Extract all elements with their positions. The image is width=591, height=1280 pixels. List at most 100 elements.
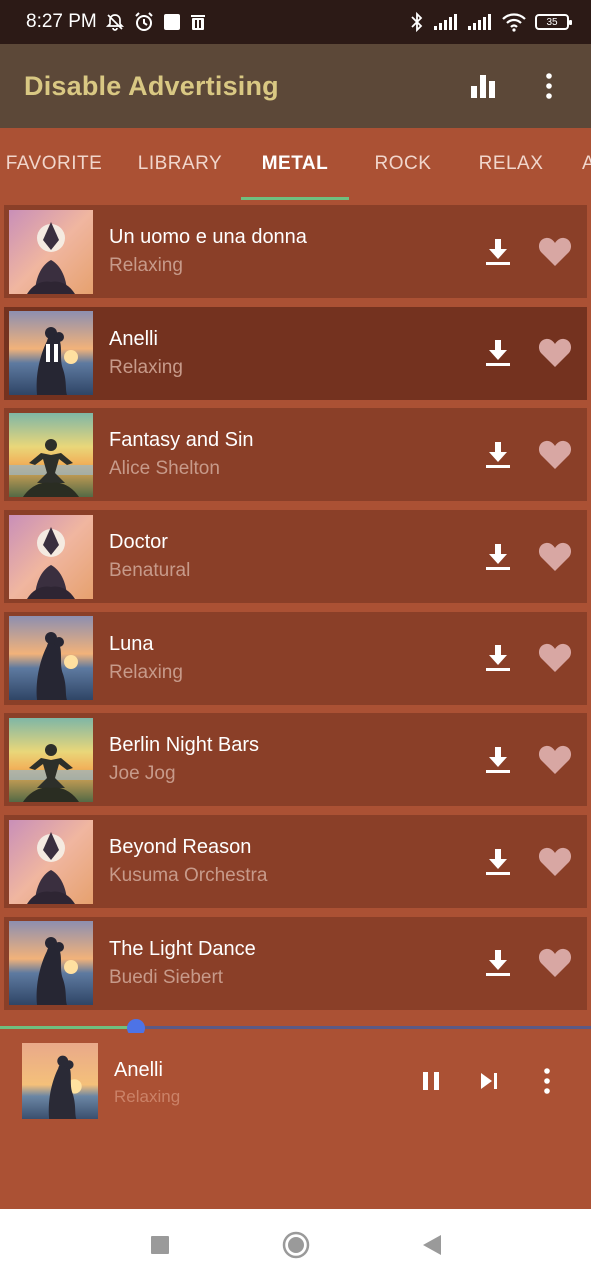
download-icon[interactable] — [481, 641, 515, 675]
album-art — [9, 921, 93, 1006]
track-actions — [481, 844, 573, 880]
track-title: Fantasy and Sin — [109, 429, 254, 452]
system-nav-bar — [0, 1209, 591, 1280]
bluetooth-icon — [409, 11, 425, 33]
now-playing-title: Anelli — [114, 1059, 163, 1081]
album-art — [9, 311, 93, 396]
track-title: Berlin Night Bars — [109, 734, 260, 757]
track-row[interactable]: Beyond Reason Kusuma Orchestra — [4, 815, 587, 909]
track-title: Beyond Reason — [109, 836, 252, 859]
signal-icon — [467, 13, 493, 31]
track-row[interactable]: Fantasy and Sin Alice Shelton — [4, 408, 587, 502]
track-title: The Light Dance — [109, 937, 256, 960]
signal-icon — [433, 13, 459, 31]
album-art — [9, 616, 93, 701]
tab-bar: FAVORITE LIBRARY METAL ROCK RELAX A — [0, 128, 591, 200]
download-icon[interactable] — [481, 845, 515, 879]
download-icon[interactable] — [481, 946, 515, 980]
track-row[interactable]: Un uomo e una donna Relaxing — [4, 205, 587, 298]
track-text: Luna Relaxing — [109, 631, 481, 686]
download-icon[interactable] — [481, 336, 515, 370]
track-text: Un uomo e una donna Relaxing — [109, 224, 481, 279]
track-actions — [481, 945, 573, 981]
track-actions — [481, 335, 573, 371]
status-time: 8:27 PM — [26, 11, 97, 32]
track-row[interactable]: Doctor Benatural — [4, 510, 587, 604]
track-text: Berlin Night Bars Joe Jog — [109, 732, 481, 787]
heart-icon[interactable] — [537, 742, 573, 778]
track-artist: Kusuma Orchestra — [109, 865, 268, 887]
track-row[interactable]: The Light Dance Buedi Siebert — [4, 916, 587, 1010]
track-artist: Buedi Siebert — [109, 966, 224, 988]
heart-icon[interactable] — [537, 437, 573, 473]
track-title: Un uomo e una donna — [109, 226, 307, 248]
tab-library[interactable]: LIBRARY — [126, 128, 234, 200]
track-actions — [481, 437, 573, 473]
download-icon[interactable] — [481, 540, 515, 574]
app-bar: Disable Advertising — [0, 44, 591, 128]
album-art — [9, 412, 93, 497]
battery-icon: 35 — [535, 14, 572, 30]
track-text: Beyond Reason Kusuma Orchestra — [109, 834, 481, 889]
track-row[interactable]: Anelli Relaxing — [4, 306, 587, 400]
album-art — [9, 209, 93, 294]
square-icon — [163, 13, 181, 31]
track-row[interactable]: Berlin Night Bars Joe Jog — [4, 713, 587, 807]
track-text: Fantasy and Sin Alice Shelton — [109, 427, 481, 482]
tab-partial[interactable]: A — [582, 128, 591, 200]
now-playing-bar[interactable]: Anelli Relaxing — [0, 1033, 591, 1209]
album-art — [9, 819, 93, 904]
track-title: Anelli — [109, 327, 158, 350]
download-icon[interactable] — [481, 743, 515, 777]
playback-progress[interactable] — [0, 1019, 591, 1037]
track-artist: Relaxing — [109, 255, 183, 276]
track-list: Un uomo e una donna Relaxing Anelli Relaxin… — [4, 205, 587, 1019]
status-right: 35 — [409, 11, 572, 33]
download-icon[interactable] — [481, 235, 515, 269]
track-row[interactable]: Luna Relaxing — [4, 611, 587, 705]
app-bar-actions — [465, 68, 567, 104]
track-text: Anelli Relaxing — [109, 326, 481, 381]
pause-icon[interactable] — [413, 1063, 449, 1099]
track-text: The Light Dance Buedi Siebert — [109, 936, 481, 991]
track-actions — [481, 742, 573, 778]
status-left: 8:27 PM — [26, 11, 207, 33]
track-artist: Relaxing — [109, 661, 183, 683]
track-artist: Joe Jog — [109, 763, 176, 785]
now-playing-controls — [413, 1063, 565, 1099]
heart-icon[interactable] — [537, 234, 573, 270]
heart-icon[interactable] — [537, 539, 573, 575]
heart-icon[interactable] — [537, 945, 573, 981]
album-art — [9, 717, 93, 802]
track-text: Doctor Benatural — [109, 529, 481, 584]
alarm-icon — [133, 11, 155, 33]
heart-icon[interactable] — [537, 335, 573, 371]
more-vert-icon[interactable] — [529, 1063, 565, 1099]
app-title[interactable]: Disable Advertising — [24, 71, 279, 102]
album-art — [9, 514, 93, 599]
track-actions — [481, 539, 573, 575]
track-artist: Alice Shelton — [109, 458, 220, 480]
track-artist: Benatural — [109, 560, 191, 582]
tab-metal[interactable]: METAL — [241, 128, 349, 200]
now-playing-artist: Relaxing — [114, 1087, 181, 1106]
track-actions — [481, 234, 573, 270]
tab-rock[interactable]: ROCK — [358, 128, 448, 200]
back-triangle-icon[interactable] — [412, 1225, 452, 1265]
download-icon[interactable] — [481, 438, 515, 472]
now-playing-art — [22, 1043, 98, 1119]
track-title: Doctor — [109, 531, 168, 554]
status-bar: 8:27 PM 35 — [0, 0, 591, 44]
skip-next-icon[interactable] — [471, 1063, 507, 1099]
heart-icon[interactable] — [537, 844, 573, 880]
progress-fill — [0, 1026, 136, 1029]
tab-relax[interactable]: RELAX — [466, 128, 556, 200]
wifi-icon — [501, 12, 527, 32]
tab-favorite[interactable]: FAVORITE — [0, 128, 108, 200]
recents-square-icon[interactable] — [140, 1225, 180, 1265]
home-circle-icon[interactable] — [276, 1225, 316, 1265]
heart-icon[interactable] — [537, 640, 573, 676]
bar-chart-icon[interactable] — [465, 68, 501, 104]
more-vert-icon[interactable] — [531, 68, 567, 104]
track-title: Luna — [109, 632, 154, 655]
